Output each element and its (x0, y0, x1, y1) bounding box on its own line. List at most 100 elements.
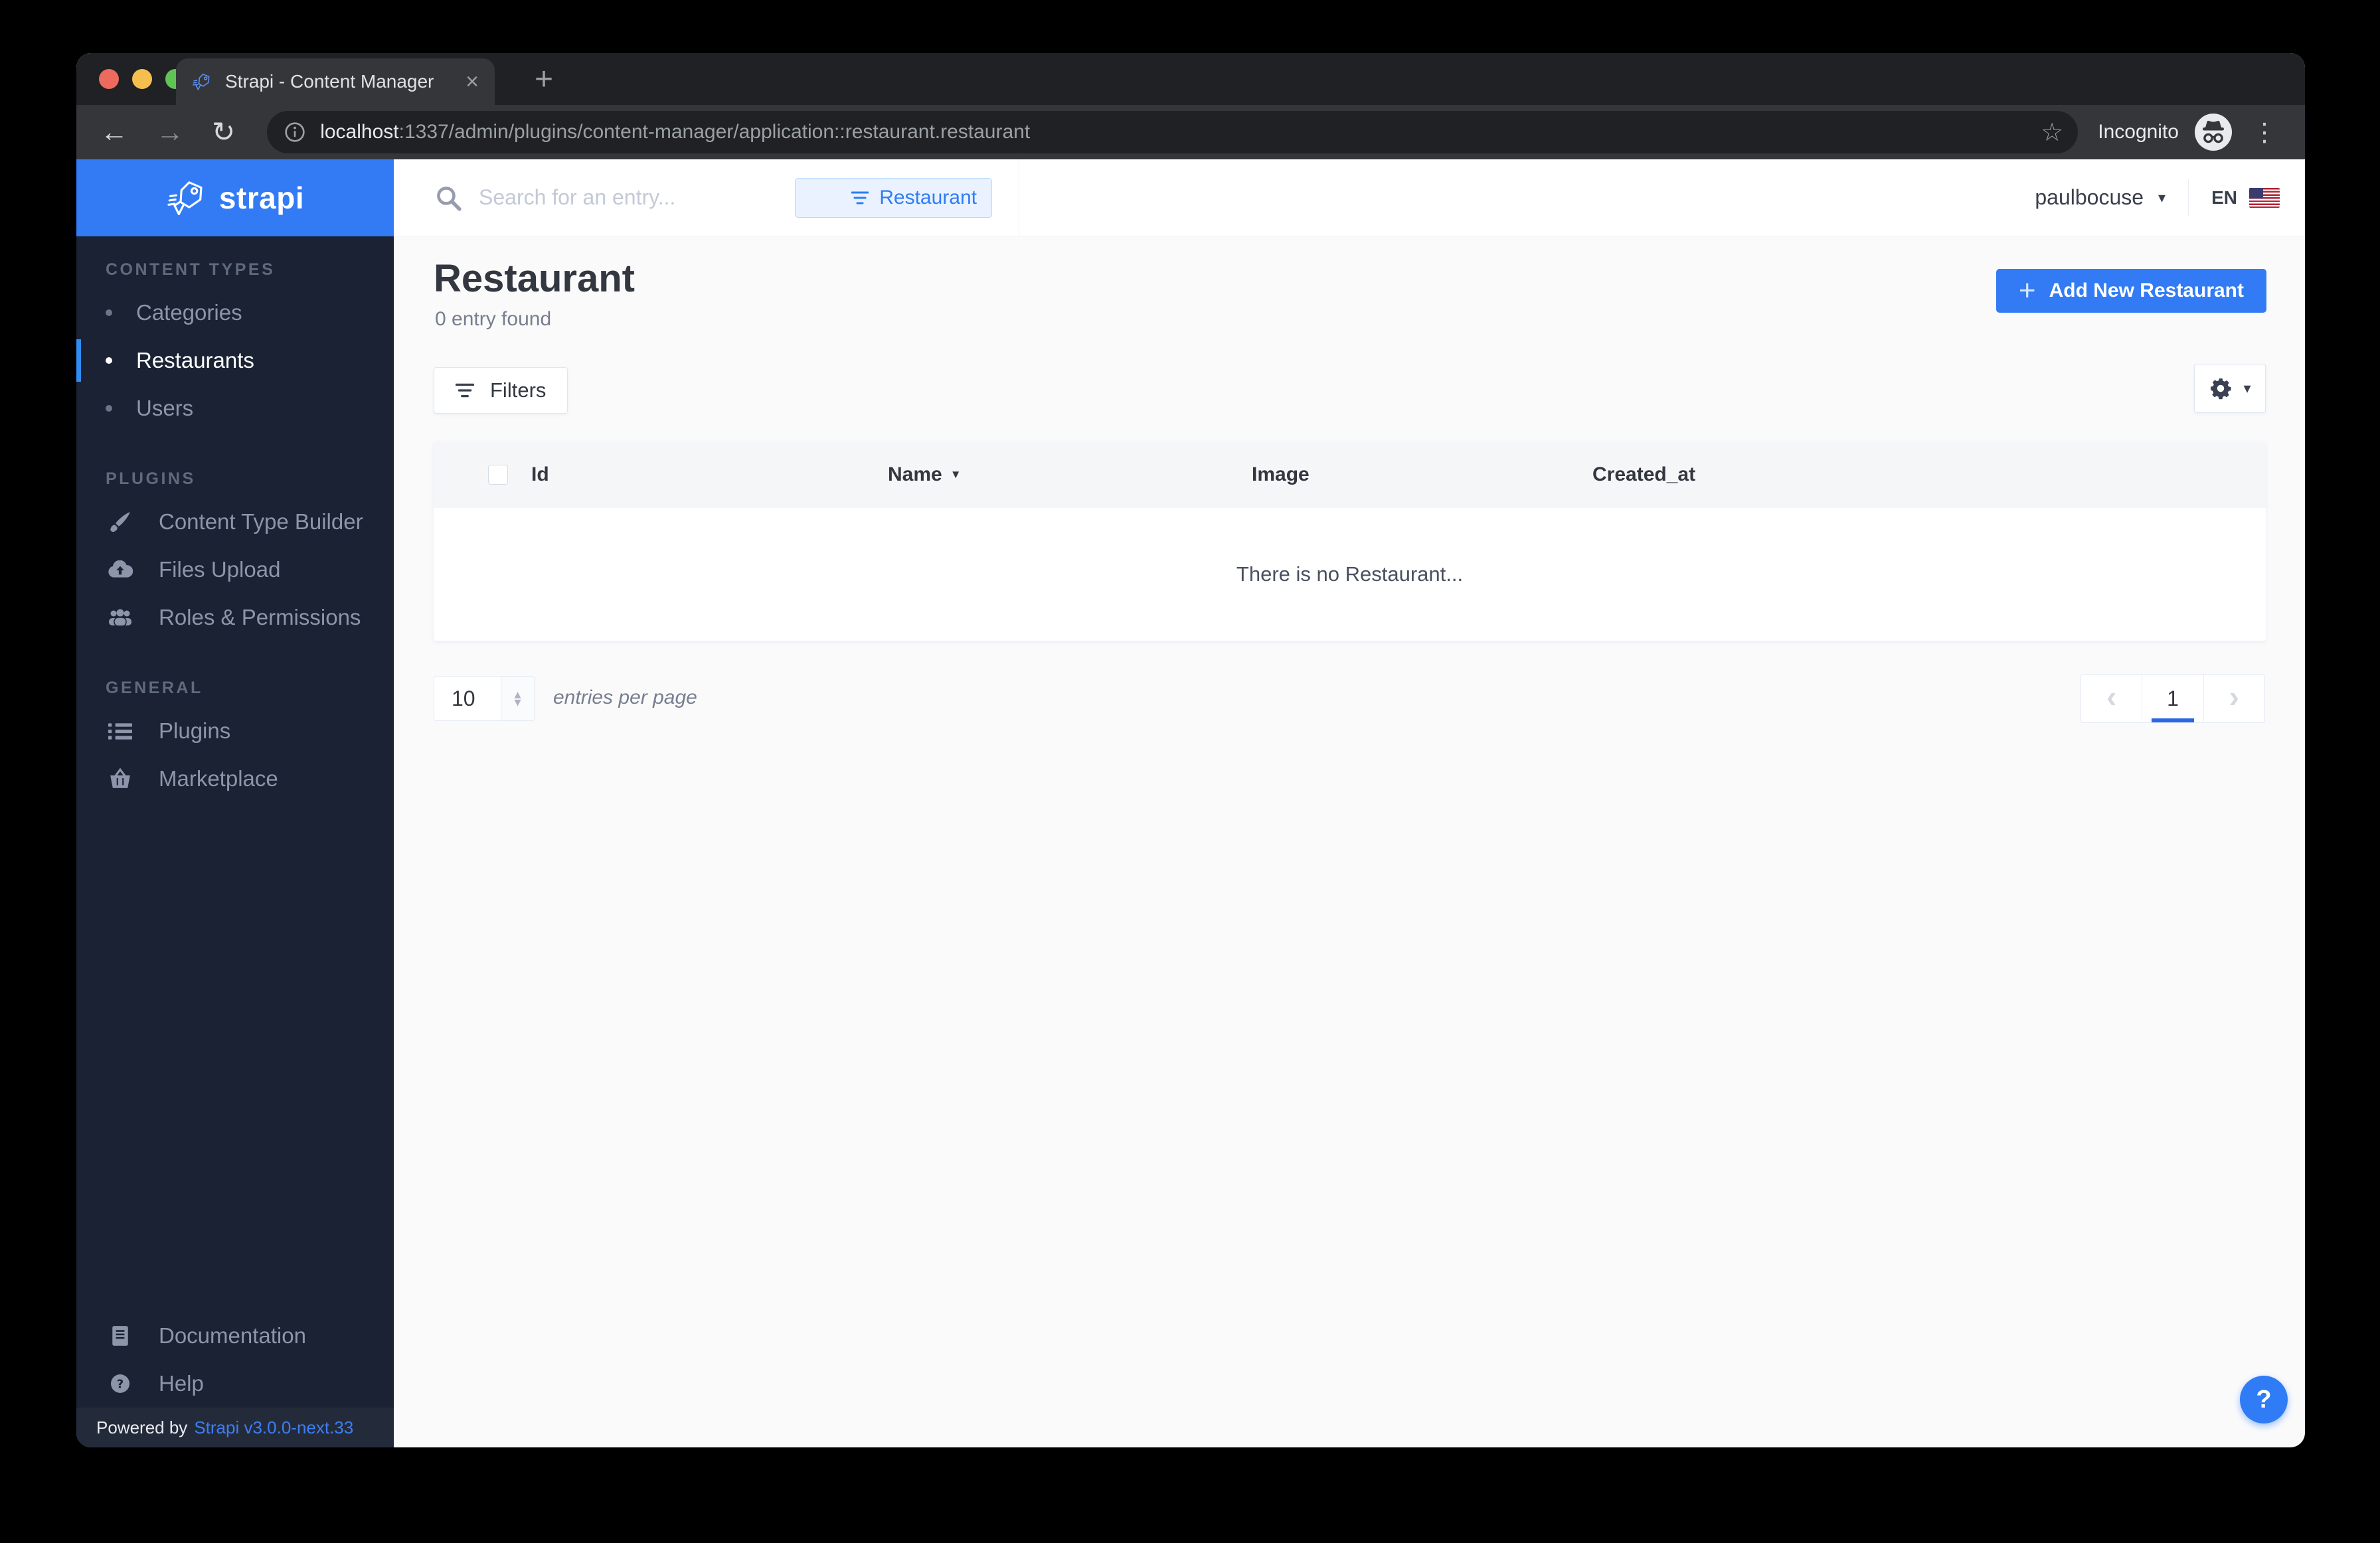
basket-icon (106, 768, 135, 789)
us-flag-icon (2249, 187, 2280, 208)
add-new-restaurant-button[interactable]: + Add New Restaurant (1996, 269, 2266, 313)
next-page-button[interactable]: › (2203, 675, 2264, 722)
sort-desc-icon: ▼ (950, 468, 962, 481)
incognito-label: Incognito (2098, 121, 2179, 143)
strapi-rocket-icon (167, 181, 203, 216)
stepper-down-icon[interactable]: ▾ (514, 696, 521, 710)
filters-button[interactable]: Filters (434, 367, 568, 414)
url-path: :1337/admin/plugins/content-manager/appl… (398, 121, 1031, 143)
new-tab-button[interactable]: + (535, 61, 553, 98)
select-all-checkbox[interactable] (488, 465, 508, 485)
column-header-created-at[interactable]: Created_at (1592, 442, 1695, 508)
column-header-id[interactable]: Id (531, 442, 549, 508)
page-title: Restaurant (434, 257, 635, 300)
browser-menu-icon[interactable]: ⋮ (2252, 118, 2277, 147)
table-header: Id Name ▼ Image Created_at (434, 442, 2266, 508)
browser-window: Strapi - Content Manager × + ← → ↻ local… (76, 53, 2305, 1447)
sidebar-item-users[interactable]: Users (76, 384, 394, 432)
section-label-content-types: CONTENT TYPES (106, 260, 276, 279)
users-icon (106, 608, 135, 627)
info-icon[interactable] (284, 122, 305, 143)
sidebar-item-help[interactable]: ? Help (76, 1360, 394, 1408)
chevron-left-icon: ‹ (2106, 679, 2117, 714)
pagination: ‹ 1 › (2081, 674, 2265, 723)
filter-icon (851, 191, 869, 204)
url-text: localhost:1337/admin/plugins/content-man… (320, 121, 1030, 143)
entries-per-page-select[interactable]: 10 ▴ ▾ (434, 676, 535, 721)
minimize-window-button[interactable] (132, 69, 152, 89)
bullet-icon (106, 405, 112, 412)
sidebar: strapi CONTENT TYPES Categories Restaura… (76, 159, 394, 1447)
search-icon (437, 186, 462, 211)
strapi-favicon-icon (193, 73, 210, 90)
filter-chip-label: Restaurant (879, 186, 977, 208)
per-page-value: 10 (452, 686, 475, 710)
bullet-icon (106, 357, 112, 364)
sidebar-item-documentation[interactable]: Documentation (76, 1312, 394, 1360)
cloud-upload-icon (106, 560, 135, 579)
sidebar-footer-links: Documentation ? Help (76, 1312, 394, 1408)
content-area: Restaurant 0 entry found + Add New Resta… (394, 236, 2305, 1447)
help-fab-button[interactable]: ? (2240, 1376, 2288, 1423)
strapi-logo[interactable]: strapi (76, 159, 394, 236)
book-icon (106, 1325, 135, 1346)
strapi-app: strapi CONTENT TYPES Categories Restaura… (76, 159, 2305, 1447)
paintbrush-icon (106, 511, 135, 533)
sidebar-item-plugins[interactable]: Plugins (76, 707, 394, 755)
svg-text:?: ? (117, 1378, 124, 1392)
page-number-button[interactable]: 1 (2142, 675, 2203, 722)
entries-table: Id Name ▼ Image Created_at There is no Re… (434, 442, 2266, 641)
tab-strip: Strapi - Content Manager × + (76, 53, 2305, 105)
browser-toolbar: ← → ↻ localhost:1337/admin/plugins/conte… (76, 105, 2305, 159)
sidebar-item-categories[interactable]: Categories (76, 289, 394, 337)
search-input[interactable] (479, 185, 796, 210)
entry-count: 0 entry found (435, 308, 552, 330)
gear-icon (2211, 378, 2232, 400)
previous-page-button[interactable]: ‹ (2081, 675, 2142, 722)
sidebar-item-files-upload[interactable]: Files Upload (76, 546, 394, 594)
sidebar-nav: CONTENT TYPES Categories Restaurants Use… (76, 236, 394, 803)
search-zone: Restaurant (394, 159, 1019, 236)
chevron-down-icon: ▾ (2243, 380, 2251, 396)
chevron-down-icon: ▾ (2158, 189, 2166, 206)
sidebar-item-marketplace[interactable]: Marketplace (76, 755, 394, 803)
sidebar-item-restaurants[interactable]: Restaurants (76, 337, 394, 384)
forward-icon[interactable]: → (156, 118, 184, 146)
stepper[interactable]: ▴ ▾ (501, 677, 534, 720)
section-label-plugins: PLUGINS (106, 469, 196, 488)
main-area: Restaurant paulbocuse ▾ EN Restaurant 0 … (394, 159, 2305, 1447)
chevron-right-icon: › (2229, 679, 2239, 714)
bookmark-star-icon[interactable]: ☆ (2041, 118, 2063, 147)
strapi-version-link[interactable]: Strapi v3.0.0-next.33 (194, 1418, 353, 1438)
close-tab-icon[interactable]: × (466, 70, 479, 93)
bullet-icon (106, 309, 112, 316)
sidebar-item-content-type-builder[interactable]: Content Type Builder (76, 498, 394, 546)
locale-code: EN (2211, 187, 2237, 208)
strapi-logo-text: strapi (218, 181, 305, 215)
content-type-filter-chip[interactable]: Restaurant (795, 177, 992, 218)
sidebar-item-roles-permissions[interactable]: Roles & Permissions (76, 594, 394, 641)
username: paulbocuse (2035, 185, 2144, 209)
table-settings-button[interactable]: ▾ (2194, 364, 2266, 413)
powered-by: Powered by Strapi v3.0.0-next.33 (76, 1408, 394, 1447)
back-icon[interactable]: ← (100, 118, 128, 146)
close-window-button[interactable] (99, 69, 119, 89)
reload-icon[interactable]: ↻ (212, 118, 235, 146)
filters-icon (456, 383, 474, 398)
locale-selector[interactable]: EN (2211, 187, 2280, 208)
address-bar[interactable]: localhost:1337/admin/plugins/content-man… (267, 111, 2079, 153)
url-host: localhost (320, 121, 399, 143)
user-menu[interactable]: paulbocuse ▾ (2035, 185, 2166, 210)
per-page-label: entries per page (553, 687, 697, 708)
app-header: Restaurant paulbocuse ▾ EN (394, 159, 2305, 236)
column-header-image[interactable]: Image (1252, 442, 1310, 508)
question-icon: ? (106, 1374, 135, 1394)
browser-tab[interactable]: Strapi - Content Manager × (176, 58, 495, 105)
empty-table-message: There is no Restaurant... (1236, 562, 1464, 586)
column-header-name[interactable]: Name ▼ (888, 442, 962, 508)
powered-by-prefix: Powered by (96, 1417, 188, 1437)
tab-title: Strapi - Content Manager (225, 71, 434, 92)
list-icon (106, 721, 135, 741)
incognito-icon (2195, 114, 2232, 151)
header-divider (2188, 179, 2189, 216)
